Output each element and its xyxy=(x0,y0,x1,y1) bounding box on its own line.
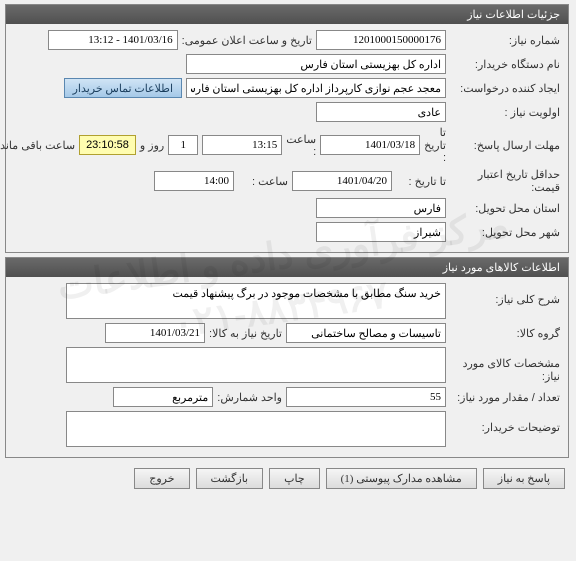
days-field[interactable] xyxy=(169,135,199,155)
requester-field[interactable] xyxy=(187,78,447,98)
to-date2-label: تا تاریخ : xyxy=(397,175,447,188)
panel1-title: جزئیات اطلاعات نیاز xyxy=(7,5,569,24)
hour2-field[interactable] xyxy=(155,171,235,191)
need-no-field[interactable] xyxy=(317,30,447,50)
desc-field[interactable] xyxy=(67,283,447,319)
days-label: روز و xyxy=(141,139,165,152)
need-no-label: شماره نیاز: xyxy=(451,34,561,47)
remaining-time: 23:10:58 xyxy=(80,135,137,155)
goods-info-panel: اطلاعات کالاهای مورد نیاز شرح کلی نیاز: … xyxy=(6,257,570,458)
need-date-label: تاریخ نیاز به کالا: xyxy=(210,327,283,340)
buyer-label: نام دستگاه خریدار: xyxy=(451,58,561,71)
need-details-panel: جزئیات اطلاعات نیاز شماره نیاز: تاریخ و … xyxy=(6,4,570,253)
remain-label: ساعت باقی مانده xyxy=(0,139,76,152)
deadline-label: مهلت ارسال پاسخ: xyxy=(451,139,561,152)
notes-label: توضیحات خریدار: xyxy=(451,411,561,434)
unit-field[interactable] xyxy=(114,387,214,407)
spec-label: مشخصات کالای مورد نیاز: xyxy=(451,347,561,383)
contact-buyer-button[interactable]: اطلاعات تماس خریدار xyxy=(65,78,183,98)
hour1-label: ساعت : xyxy=(287,133,317,158)
unit-label: واحد شمارش: xyxy=(218,391,283,404)
need-date-field[interactable] xyxy=(106,323,206,343)
hour2-label: ساعت : xyxy=(239,175,289,188)
back-button[interactable]: بازگشت xyxy=(197,468,265,489)
attachments-button[interactable]: مشاهده مدارک پیوستی (1) xyxy=(327,468,478,489)
announce-label: تاریخ و ساعت اعلان عمومی: xyxy=(183,34,313,47)
province-field[interactable] xyxy=(317,198,447,218)
exit-button[interactable]: خروج xyxy=(135,468,190,489)
desc-label: شرح کلی نیاز: xyxy=(451,283,561,306)
requester-label: ایجاد کننده درخواست: xyxy=(451,82,561,95)
group-field[interactable] xyxy=(287,323,447,343)
qty-label: تعداد / مقدار مورد نیاز: xyxy=(451,391,561,404)
spec-field[interactable] xyxy=(67,347,447,383)
buyer-field[interactable] xyxy=(187,54,447,74)
to-date1-label: تا تاریخ : xyxy=(425,126,447,164)
hour1-field[interactable] xyxy=(203,135,283,155)
group-label: گروه کالا: xyxy=(451,327,561,340)
footer-buttons: پاسخ به نیاز مشاهده مدارک پیوستی (1) چاپ… xyxy=(0,462,576,495)
priority-field[interactable] xyxy=(317,102,447,122)
qty-field[interactable] xyxy=(287,387,447,407)
to-date1-field[interactable] xyxy=(321,135,421,155)
province-label: استان محل تحویل: xyxy=(451,202,561,215)
reply-button[interactable]: پاسخ به نیاز xyxy=(484,468,566,489)
city-label: شهر محل تحویل: xyxy=(451,226,561,239)
priority-label: اولویت نیاز : xyxy=(451,106,561,119)
print-button[interactable]: چاپ xyxy=(270,468,321,489)
notes-field[interactable] xyxy=(67,411,447,447)
valid-label: حداقل تاریخ اعتبار قیمت: xyxy=(451,168,561,194)
to-date2-field[interactable] xyxy=(293,171,393,191)
announce-field[interactable] xyxy=(49,30,179,50)
panel2-title: اطلاعات کالاهای مورد نیاز xyxy=(7,258,569,277)
city-field[interactable] xyxy=(317,222,447,242)
